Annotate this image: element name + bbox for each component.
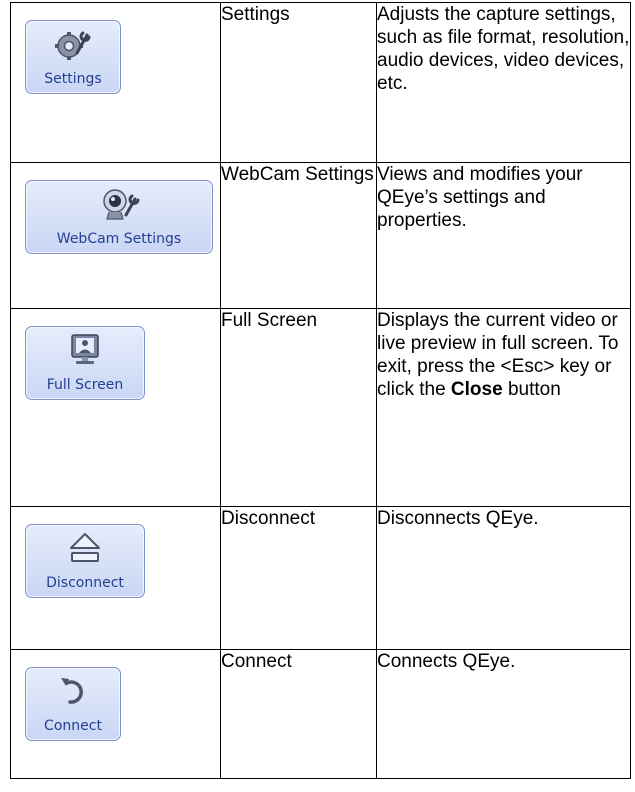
table-row: Full Screen Full Screen Displays the cur… [10, 308, 631, 507]
icon-cell: Full Screen [10, 308, 221, 507]
full-screen-button[interactable]: Full Screen [25, 326, 145, 400]
function-description: Disconnects QEye. [376, 506, 631, 650]
icon-cell: Disconnect [10, 506, 221, 650]
webcam-wrench-icon [103, 189, 140, 220]
table-row: WebCam Settings WebCam Settings Views an… [10, 162, 631, 309]
button-reference-table: Settings Settings Adjusts the capture se… [10, 2, 631, 779]
button-label: Settings [44, 71, 102, 87]
eject-icon [70, 533, 100, 562]
function-description: Adjusts the capture settings, such as fi… [376, 2, 631, 163]
button-label: Full Screen [46, 377, 124, 393]
function-name: Full Screen [220, 308, 377, 507]
description-text: button [502, 379, 561, 400]
function-name: WebCam Settings [220, 162, 377, 309]
button-label: WebCam Settings [56, 231, 182, 247]
reconnect-arrow-icon [61, 678, 83, 704]
function-description: Views and modifies your QEye’s settings … [376, 162, 631, 309]
webcam-settings-button[interactable]: WebCam Settings [25, 180, 213, 254]
disconnect-button[interactable]: Disconnect [25, 524, 145, 598]
table-row: Connect Connect Connects QEye. [10, 649, 631, 779]
settings-button[interactable]: Settings [25, 20, 121, 94]
gear-wrench-icon [55, 31, 91, 60]
close-button-reference: Close [450, 379, 503, 400]
connect-button[interactable]: Connect [25, 667, 121, 741]
table-row: Settings Settings Adjusts the capture se… [10, 2, 631, 163]
icon-cell: Connect [10, 649, 221, 779]
function-name: Connect [220, 649, 377, 779]
monitor-icon [71, 334, 99, 364]
table-row: Disconnect Disconnect Disconnects QEye. [10, 506, 631, 650]
button-label: Disconnect [46, 575, 124, 591]
icon-cell: Settings [10, 2, 221, 163]
button-label: Connect [44, 718, 102, 734]
function-description: Connects QEye. [376, 649, 631, 779]
function-description: Displays the current video or live previ… [376, 308, 631, 507]
function-name: Settings [220, 2, 377, 163]
icon-cell: WebCam Settings [10, 162, 221, 309]
function-name: Disconnect [220, 506, 377, 650]
